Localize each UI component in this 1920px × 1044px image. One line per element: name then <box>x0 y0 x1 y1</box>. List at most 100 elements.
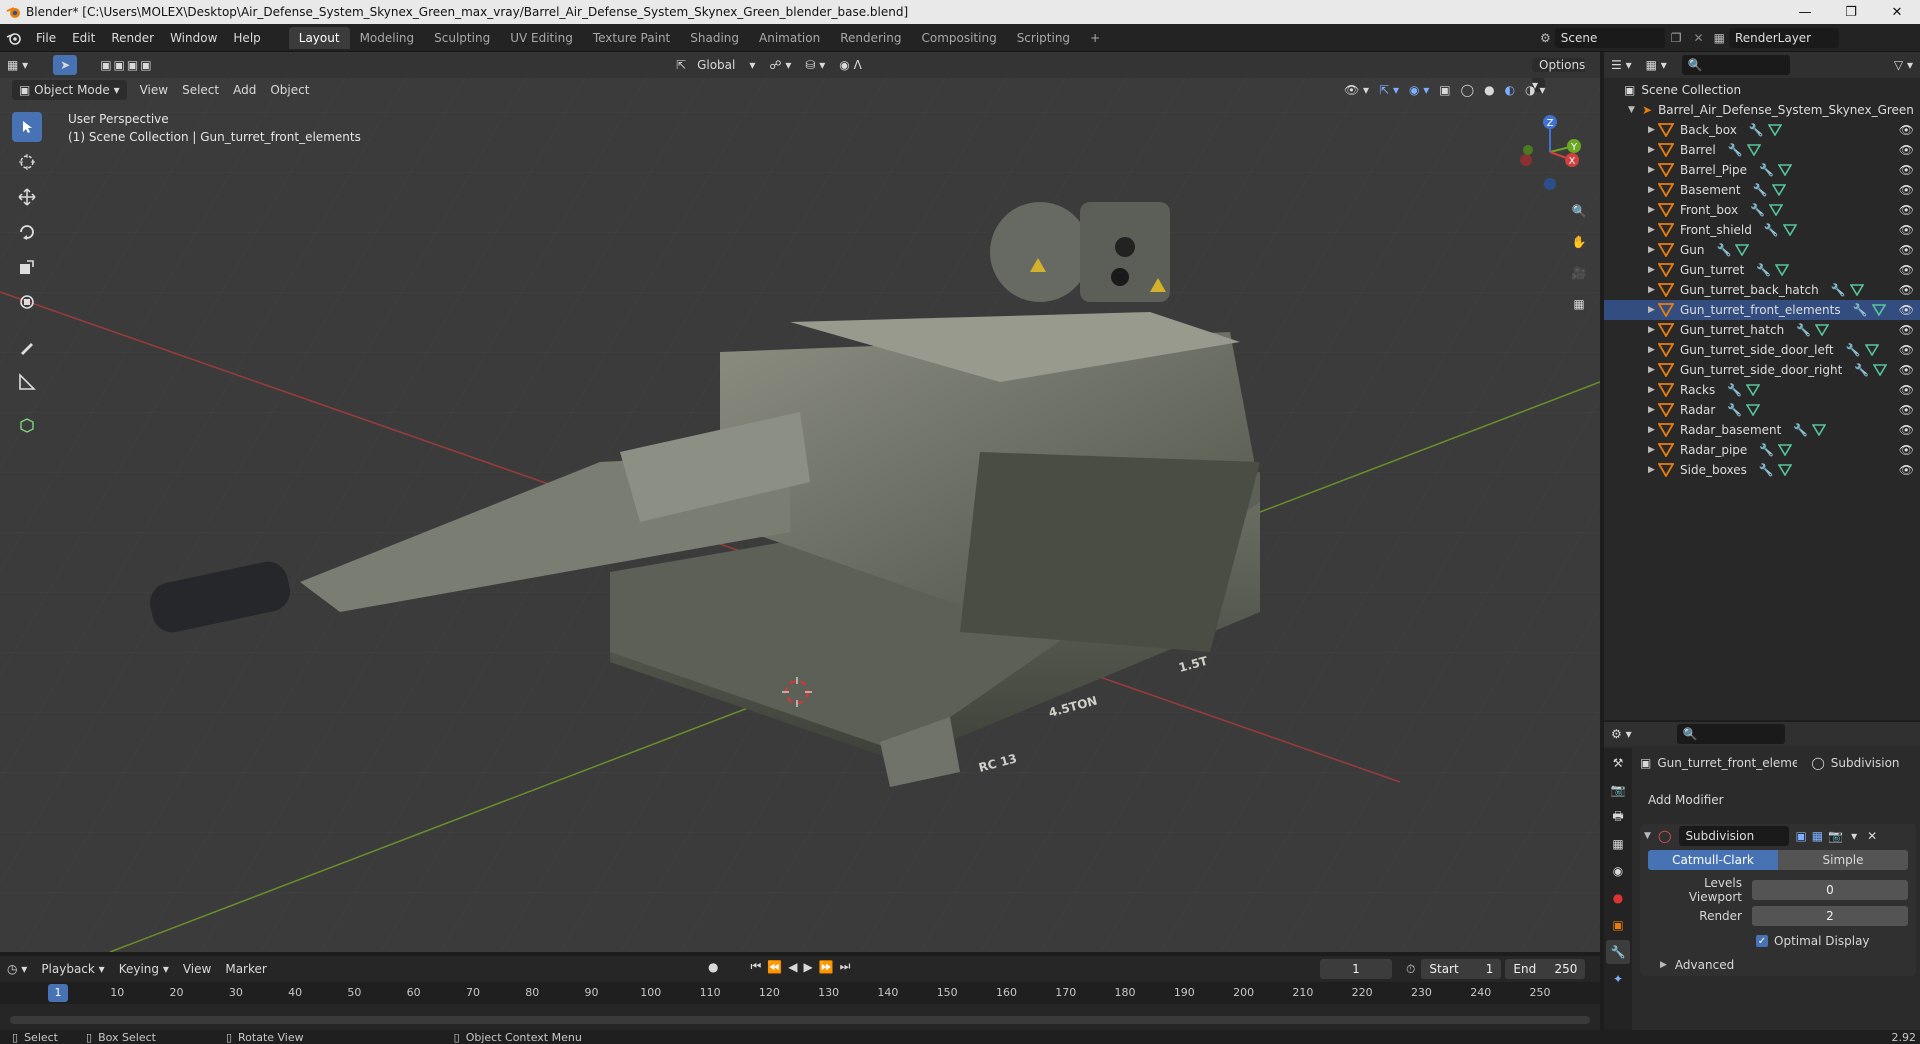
render-toggle-icon[interactable]: 📷 <box>1828 829 1843 843</box>
outliner-scene-collection[interactable]: ▣ Scene Collection <box>1604 80 1920 100</box>
wrench-modifier-icon[interactable]: 🔧 <box>1796 323 1811 337</box>
outliner-item[interactable]: ▶ Basement 🔧 👁 <box>1604 180 1920 200</box>
outliner-item[interactable]: ▶ Gun_turret_side_door_left 🔧 👁 <box>1604 340 1920 360</box>
mesh-data-icon[interactable] <box>1815 324 1830 336</box>
navigation-gizmo[interactable]: Z Y X <box>1508 112 1588 192</box>
visibility-eye-icon[interactable]: 👁 <box>1899 243 1914 257</box>
outliner-item[interactable]: ▶ Gun_turret_front_elements 🔧 👁 <box>1604 300 1920 320</box>
render-levels-field[interactable]: 2 <box>1752 906 1908 926</box>
menu-add[interactable]: Add <box>226 80 263 100</box>
tab-texture-paint[interactable]: Texture Paint <box>583 27 680 49</box>
properties-editor-type-icon[interactable]: ⚙ ▾ <box>1604 724 1639 744</box>
visibility-eye-icon[interactable]: 👁 <box>1899 163 1914 177</box>
menu-keying[interactable]: Keying ▾ <box>112 959 176 979</box>
xray-icon[interactable]: ▣ <box>1439 83 1450 97</box>
snap-icon[interactable]: ⛁ ▾ <box>798 55 832 75</box>
menu-timeline-view[interactable]: View <box>176 959 218 979</box>
optimal-display-checkbox[interactable]: ✓ <box>1756 935 1768 947</box>
outliner-editor-type-icon[interactable]: ☰ ▾ <box>1604 55 1639 75</box>
tab-compositing[interactable]: Compositing <box>911 27 1006 49</box>
scene-tab-icon[interactable]: ◉ <box>1606 859 1630 883</box>
tab-scripting[interactable]: Scripting <box>1007 27 1080 49</box>
tab-shading[interactable]: Shading <box>680 27 749 49</box>
advanced-section-label[interactable]: Advanced <box>1675 958 1734 972</box>
mesh-data-icon[interactable] <box>1746 384 1761 396</box>
mesh-data-icon[interactable] <box>1777 164 1792 176</box>
menu-edit[interactable]: Edit <box>64 24 103 52</box>
pan-hand-icon[interactable]: ✋ <box>1566 229 1592 255</box>
object-mode-dropdown[interactable]: ▣ Object Mode ▾ <box>12 80 127 100</box>
expand-right-icon[interactable]: ▶ <box>1648 405 1658 415</box>
outliner-item[interactable]: ▶ Barrel 🔧 👁 <box>1604 140 1920 160</box>
modifier-dropdown-icon[interactable]: ▾ <box>1851 829 1857 843</box>
transform-orientation-dropdown[interactable]: Global <box>690 55 742 75</box>
advanced-expand-icon[interactable]: ▶ <box>1660 960 1667 970</box>
tab-uv-editing[interactable]: UV Editing <box>500 27 583 49</box>
menu-object[interactable]: Object <box>263 80 316 100</box>
wrench-modifier-icon[interactable]: 🔧 <box>1756 263 1771 277</box>
mesh-data-icon[interactable] <box>1778 444 1793 456</box>
add-modifier-button[interactable]: Add Modifier <box>1640 790 1916 810</box>
expand-right-icon[interactable]: ▶ <box>1648 385 1658 395</box>
overlay-toggle-icon[interactable]: ◉ ▾ <box>1409 83 1429 97</box>
gizmo-toggle-icon[interactable]: ⇱ ▾ <box>1379 83 1399 97</box>
outliner-item[interactable]: ▶ Gun 🔧 👁 <box>1604 240 1920 260</box>
wrench-modifier-icon[interactable]: 🔧 <box>1846 343 1861 357</box>
render-tab-icon[interactable]: 📷 <box>1606 778 1630 802</box>
wrench-modifier-icon[interactable]: 🔧 <box>1759 443 1774 457</box>
expand-down-icon[interactable]: ▼ <box>1628 105 1638 115</box>
menu-playback[interactable]: Playback ▾ <box>34 959 111 979</box>
blender-menu-icon[interactable] <box>0 30 28 46</box>
visibility-eye-icon[interactable]: 👁 <box>1899 423 1914 437</box>
timeline-editor-type-icon[interactable]: ◷ ▾ <box>0 959 34 979</box>
move-icon[interactable] <box>12 182 42 212</box>
annotate-icon[interactable] <box>12 332 42 362</box>
expand-right-icon[interactable]: ▶ <box>1648 445 1658 455</box>
start-frame-field[interactable]: Start 1 <box>1421 959 1502 979</box>
wrench-modifier-icon[interactable]: 🔧 <box>1728 143 1743 157</box>
select-mode-icon[interactable]: ➤ <box>53 55 78 75</box>
mesh-data-icon[interactable] <box>1775 264 1790 276</box>
wireframe-shading-icon[interactable]: ◯ <box>1461 83 1474 97</box>
mesh-data-icon[interactable] <box>1777 464 1792 476</box>
record-icon[interactable]: ● <box>708 960 718 974</box>
camera-icon[interactable]: 🎥 <box>1566 260 1592 286</box>
expand-right-icon[interactable]: ▶ <box>1648 285 1658 295</box>
outliner-item[interactable]: ▶ Gun_turret_back_hatch 🔧 👁 <box>1604 280 1920 300</box>
material-shading-icon[interactable]: ◐ <box>1505 83 1515 97</box>
perspective-grid-icon[interactable]: ▦ <box>1566 291 1592 317</box>
visibility-eye-icon[interactable]: 👁 <box>1899 463 1914 477</box>
properties-search-input[interactable]: 🔍 <box>1676 724 1785 744</box>
visibility-eye-icon[interactable]: 👁 <box>1899 403 1914 417</box>
outliner-item[interactable]: ▶ Gun_turret_side_door_right 🔧 👁 <box>1604 360 1920 380</box>
mesh-data-icon[interactable] <box>1746 404 1761 416</box>
visibility-eye-icon[interactable]: 👁 <box>1899 263 1914 277</box>
remove-modifier-icon[interactable]: ✕ <box>1867 829 1877 843</box>
expand-right-icon[interactable]: ▶ <box>1648 145 1658 155</box>
tab-animation[interactable]: Animation <box>749 27 830 49</box>
mesh-data-icon[interactable] <box>1782 224 1797 236</box>
catmull-clark-option[interactable]: Catmull-Clark <box>1648 850 1778 870</box>
menu-select[interactable]: Select <box>175 80 226 100</box>
next-keyframe-icon[interactable]: ⏩ <box>819 960 834 974</box>
expand-right-icon[interactable]: ▶ <box>1648 225 1658 235</box>
close-icon[interactable]: ✕ <box>1874 0 1920 24</box>
outliner-item[interactable]: ▶ Radar 🔧 👁 <box>1604 400 1920 420</box>
expand-right-icon[interactable]: ▶ <box>1648 425 1658 435</box>
output-tab-icon[interactable]: 🖶 <box>1606 805 1630 829</box>
visibility-eye-icon[interactable]: 👁 <box>1899 323 1914 337</box>
render-layer-field[interactable]: RenderLayer <box>1728 28 1839 48</box>
filter-icon[interactable]: ▽ ▾ <box>1887 55 1920 75</box>
visibility-eye-icon[interactable]: 👁 <box>1899 363 1914 377</box>
outliner-item[interactable]: ▶ Gun_turret 🔧 👁 <box>1604 260 1920 280</box>
mesh-data-icon[interactable] <box>1812 424 1827 436</box>
select-box-icon[interactable] <box>12 112 42 142</box>
add-cube-icon[interactable] <box>12 410 42 440</box>
menu-marker[interactable]: Marker <box>218 959 273 979</box>
expand-right-icon[interactable]: ▶ <box>1648 325 1658 335</box>
tab-layout[interactable]: Layout <box>288 26 350 49</box>
mesh-data-icon[interactable] <box>1871 304 1886 316</box>
expand-right-icon[interactable]: ▶ <box>1648 185 1658 195</box>
menu-view[interactable]: View <box>133 80 175 100</box>
wrench-modifier-icon[interactable]: 🔧 <box>1727 403 1742 417</box>
